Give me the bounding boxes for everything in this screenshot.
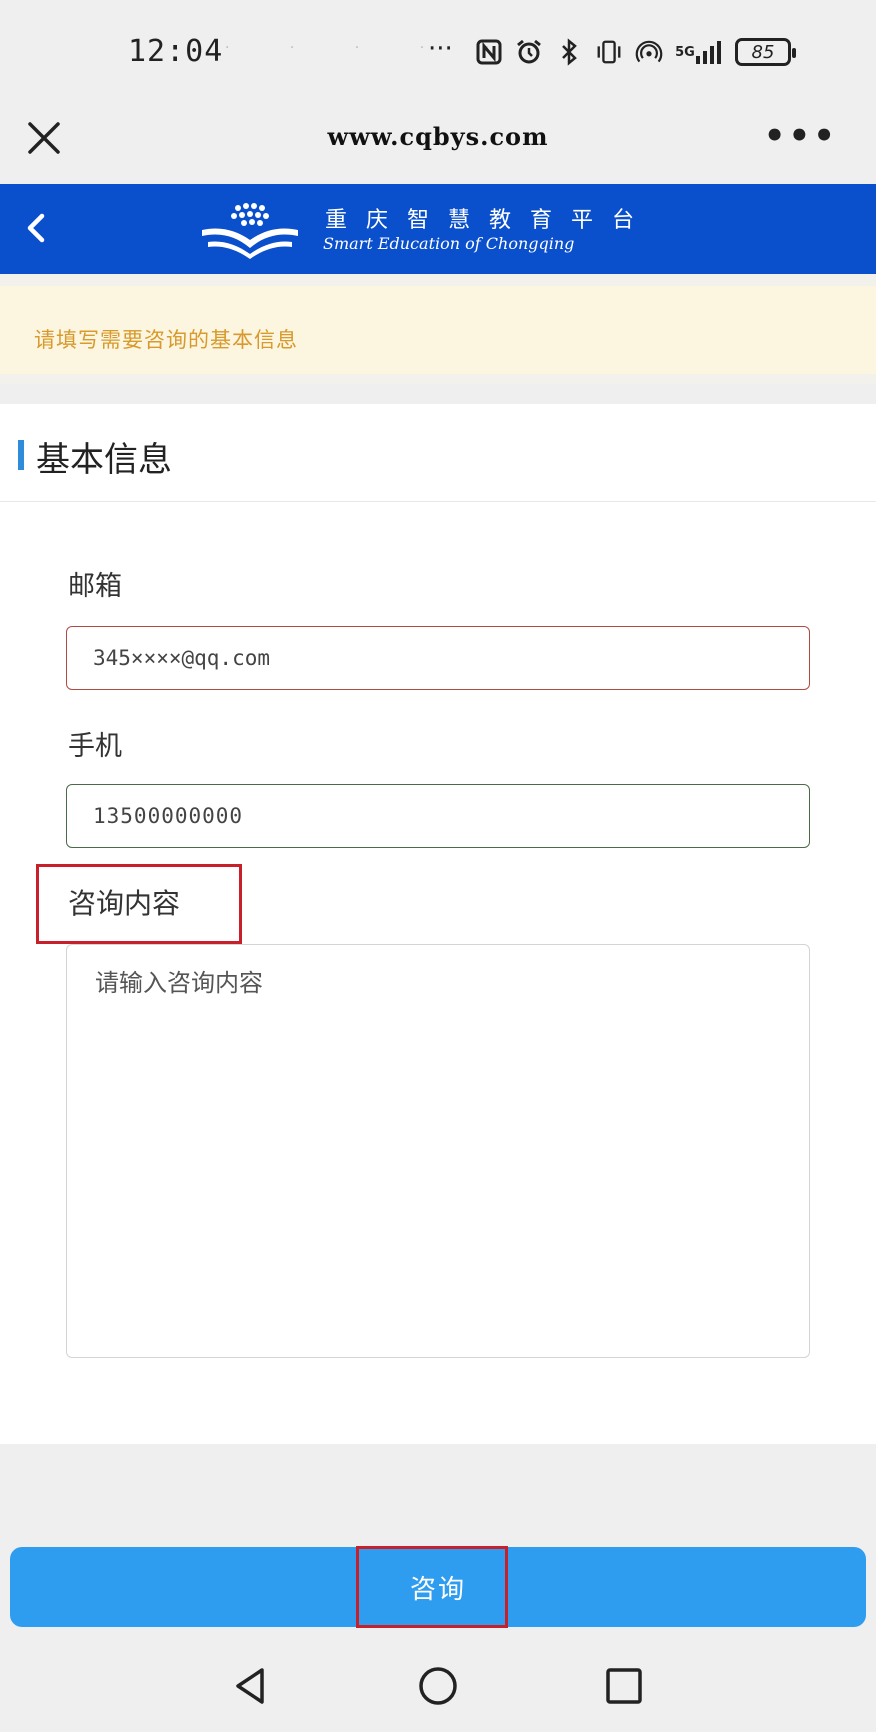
status-bar: 12:04 · · · · · ··· 5G 85 bbox=[0, 0, 876, 100]
notification-dots: · · · · · bbox=[225, 40, 518, 56]
phone-label: 手机 bbox=[68, 731, 122, 762]
hotspot-icon bbox=[635, 38, 663, 66]
submit-button-highlight bbox=[356, 1546, 508, 1628]
brand-name-en: Smart Education of Chongqing bbox=[323, 234, 575, 253]
section-title: 基本信息 bbox=[36, 440, 172, 480]
nav-home-icon[interactable] bbox=[416, 1664, 460, 1708]
vibrate-icon bbox=[595, 38, 623, 66]
section-accent-bar bbox=[18, 440, 24, 470]
battery-indicator: 85 bbox=[735, 38, 796, 66]
brand-name-cn: 重庆智慧教育平台 bbox=[325, 208, 654, 233]
status-time: 12:04 bbox=[128, 34, 224, 69]
system-nav-bar bbox=[0, 1640, 876, 1732]
notice-banner: 请填写需要咨询的基本信息 bbox=[0, 274, 876, 384]
section-header: 基本信息 bbox=[0, 404, 876, 502]
nfc-icon bbox=[475, 38, 503, 66]
email-value: 345××××@qq.com bbox=[93, 646, 271, 670]
bluetooth-icon bbox=[555, 38, 583, 66]
status-icons: 5G 85 bbox=[475, 34, 796, 70]
notice-text: 请填写需要咨询的基本信息 bbox=[34, 328, 298, 352]
nav-back-icon[interactable] bbox=[230, 1664, 274, 1708]
alarm-icon bbox=[515, 38, 543, 66]
consult-form: 邮箱 345××××@qq.com 手机 13500000000 咨询内容 请输… bbox=[0, 502, 876, 1444]
phone-value: 13500000000 bbox=[93, 804, 244, 828]
page-url: www.cqbys.com bbox=[327, 122, 549, 151]
signal-icon: 5G bbox=[675, 38, 723, 66]
email-field[interactable]: 345××××@qq.com bbox=[66, 626, 810, 690]
status-more-icon: ··· bbox=[428, 34, 453, 64]
content-placeholder: 请输入咨询内容 bbox=[95, 969, 263, 997]
content-textarea[interactable]: 请输入咨询内容 bbox=[66, 944, 810, 1358]
content-label-highlight bbox=[36, 864, 242, 944]
app-header: 重庆智慧教育平台 Smart Education of Chongqing bbox=[0, 184, 876, 274]
browser-bar: www.cqbys.com ••• bbox=[0, 100, 876, 184]
signal-label: 5G bbox=[675, 44, 695, 60]
email-label: 邮箱 bbox=[68, 571, 122, 602]
nav-recents-icon[interactable] bbox=[602, 1664, 646, 1708]
phone-field[interactable]: 13500000000 bbox=[66, 784, 810, 848]
platform-logo bbox=[200, 200, 302, 262]
more-menu-icon[interactable]: ••• bbox=[764, 116, 838, 156]
back-icon[interactable] bbox=[18, 210, 54, 246]
